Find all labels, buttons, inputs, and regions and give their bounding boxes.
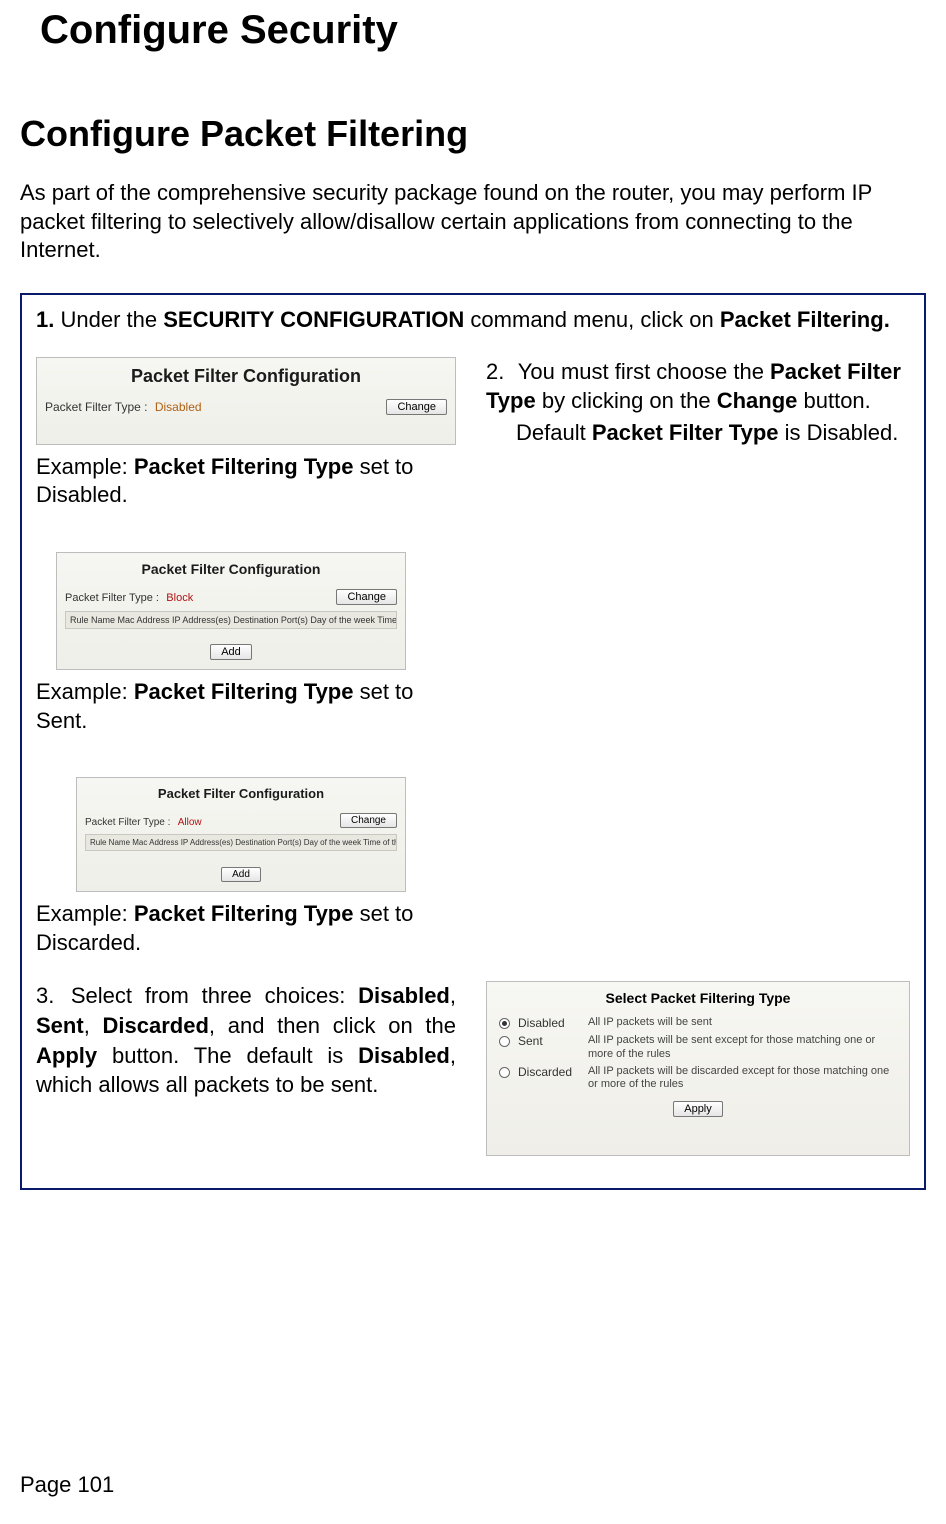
step-3-bold: Disabled (358, 1043, 450, 1068)
step-1-bold-2: Packet Filtering. (720, 307, 890, 332)
step-1-bold-1: SECURITY CONFIGURATION (163, 307, 464, 332)
step-3-text: , and then click on the (209, 1013, 456, 1038)
step-3-bold: Disabled (358, 983, 450, 1008)
caption-disabled: Example: Packet Filtering Type set to Di… (36, 453, 456, 510)
step-3-text: , (84, 1013, 103, 1038)
step-1: 1. Under the SECURITY CONFIGURATION comm… (36, 307, 910, 333)
filter-type-label: Packet Filter Type : (45, 400, 148, 414)
option-label: Discarded (518, 1065, 588, 1079)
step-2-bold: Packet Filter Type (592, 420, 779, 445)
panel-title: Packet Filter Configuration (45, 366, 447, 387)
radio-icon[interactable] (499, 1018, 510, 1029)
step-3-bold: Discarded (103, 1013, 209, 1038)
change-button[interactable]: Change (386, 399, 447, 415)
step-3-bold: Sent (36, 1013, 84, 1038)
filter-type-label: Packet Filter Type : (85, 817, 170, 828)
step-2-text: is Disabled. (779, 420, 899, 445)
step-3-text: , (450, 983, 456, 1008)
option-desc: All IP packets will be discarded except … (588, 1065, 899, 1091)
panel-title: Packet Filter Configuration (85, 786, 397, 801)
examples-column: Packet Filter Configuration Packet Filte… (36, 357, 456, 974)
step-2-bold: Change (717, 388, 798, 413)
panel-disabled: Packet Filter Configuration Packet Filte… (36, 357, 456, 445)
rules-table-header: Rule Name Mac Address IP Address(es) Des… (65, 611, 397, 629)
apply-button[interactable]: Apply (673, 1101, 723, 1117)
caption-sent: Example: Packet Filtering Type set to Se… (36, 678, 456, 735)
caption-text: Example: (36, 901, 134, 926)
panel-title: Packet Filter Configuration (65, 561, 397, 577)
filter-type-value-disabled: Disabled (155, 400, 202, 414)
step-2-text: You must first choose the (518, 359, 770, 384)
step-2: 2. You must first choose the Packet Filt… (486, 357, 910, 448)
step-3-bold: Apply (36, 1043, 97, 1068)
steps-box: 1. Under the SECURITY CONFIGURATION comm… (20, 293, 926, 1191)
panel-sent: Packet Filter Configuration Packet Filte… (56, 552, 406, 670)
step-1-text-a: Under the (60, 307, 163, 332)
option-desc: All IP packets will be sent except for t… (588, 1034, 899, 1060)
step-1-text-b: command menu, click on (464, 307, 720, 332)
caption-bold: Packet Filtering Type (134, 901, 354, 926)
step-3-text: Select from three choices: (71, 983, 358, 1008)
caption-text: Example: (36, 679, 134, 704)
option-label: Sent (518, 1034, 588, 1048)
step-2-column: 2. You must first choose the Packet Filt… (486, 357, 910, 974)
filter-type-value-block: Block (166, 592, 193, 604)
step-2-text: button. (797, 388, 870, 413)
change-button[interactable]: Change (336, 589, 397, 605)
intro-paragraph: As part of the comprehensive security pa… (20, 179, 900, 265)
step-1-number: 1. (36, 307, 54, 332)
rules-table-header: Rule Name Mac Address IP Address(es) Des… (85, 834, 397, 851)
panel-discarded: Packet Filter Configuration Packet Filte… (76, 777, 406, 892)
filter-type-label: Packet Filter Type : (65, 592, 159, 604)
step-3-text: button. The default is (97, 1043, 358, 1068)
option-label: Disabled (518, 1016, 588, 1030)
option-sent[interactable]: Sent All IP packets will be sent except … (497, 1034, 899, 1060)
select-panel-title: Select Packet Filtering Type (497, 990, 899, 1006)
caption-text: Example: (36, 454, 134, 479)
add-button[interactable]: Add (221, 867, 261, 882)
radio-icon[interactable] (499, 1036, 510, 1047)
step-2-text: by clicking on the (536, 388, 717, 413)
option-desc: All IP packets will be sent (588, 1016, 899, 1029)
step-3: 3. Select from three choices: Disabled , … (36, 981, 456, 1156)
filter-type-value-allow: Allow (178, 817, 202, 828)
add-button[interactable]: Add (210, 644, 252, 660)
radio-icon[interactable] (499, 1067, 510, 1078)
page-number: Page 101 (20, 1472, 114, 1498)
step-3-number: 3. (36, 981, 58, 1011)
option-disabled[interactable]: Disabled All IP packets will be sent (497, 1016, 899, 1030)
section-title: Configure Packet Filtering (20, 113, 926, 155)
step-2-text: Default (516, 420, 592, 445)
chapter-title: Configure Security (40, 8, 926, 53)
caption-discarded: Example: Packet Filtering Type set to Di… (36, 900, 456, 957)
caption-bold: Packet Filtering Type (134, 679, 354, 704)
change-button[interactable]: Change (340, 813, 397, 828)
step-2-number: 2. (486, 357, 512, 387)
caption-bold: Packet Filtering Type (134, 454, 354, 479)
option-discarded[interactable]: Discarded All IP packets will be discard… (497, 1065, 899, 1091)
select-filter-type-panel: Select Packet Filtering Type Disabled Al… (486, 981, 910, 1156)
